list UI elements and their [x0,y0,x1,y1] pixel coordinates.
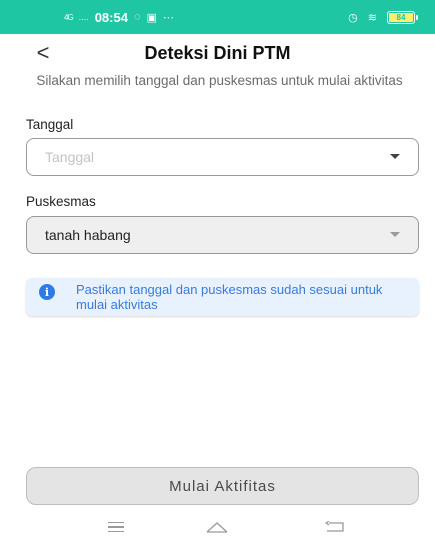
info-icon: i [39,284,55,300]
status-dots: .... [78,12,89,22]
message-icon: ▣ [146,11,157,24]
start-activity-button[interactable]: Mulai Aktifitas [26,467,419,505]
caret-down-icon [390,154,400,159]
puskesmas-value: tanah habang [45,227,131,243]
status-bar: 4G .... 08:54 ◌ ▣ ⋯ ◷ ≋ 84 [0,0,435,34]
caret-down-icon [390,232,400,237]
status-left: 4G .... 08:54 ◌ ▣ ⋯ [64,0,174,34]
puskesmas-label: Puskesmas [26,194,96,209]
puskesmas-select[interactable]: tanah habang [26,216,419,254]
info-banner: i Pastikan tanggal dan puskesmas sudah s… [26,278,419,316]
home-icon[interactable] [206,521,228,533]
alarm-icon: ◷ [348,11,358,24]
wifi-icon: ≋ [367,11,377,24]
status-right: ◷ ≋ 84 [348,0,418,34]
battery-icon: 84 [387,10,418,24]
menu-icon[interactable] [108,522,124,532]
battery-level: 84 [396,12,406,22]
date-select[interactable]: Tanggal [26,138,419,176]
page-subtitle: Silakan memilih tanggal dan puskesmas un… [36,73,403,88]
more-notifications-icon: ⋯ [162,11,174,24]
page-title: Deteksi Dini PTM [144,43,291,63]
info-text: Pastikan tanggal dan puskesmas sudah ses… [76,282,383,312]
system-nav-bar [0,515,435,539]
date-placeholder: Tanggal [45,149,95,165]
status-time: 08:54 [94,9,128,25]
whatsapp-icon: ◌ [133,11,141,23]
back-icon[interactable] [325,521,345,533]
signal-icon: 4G [64,12,74,22]
date-label: Tanggal [26,117,74,132]
